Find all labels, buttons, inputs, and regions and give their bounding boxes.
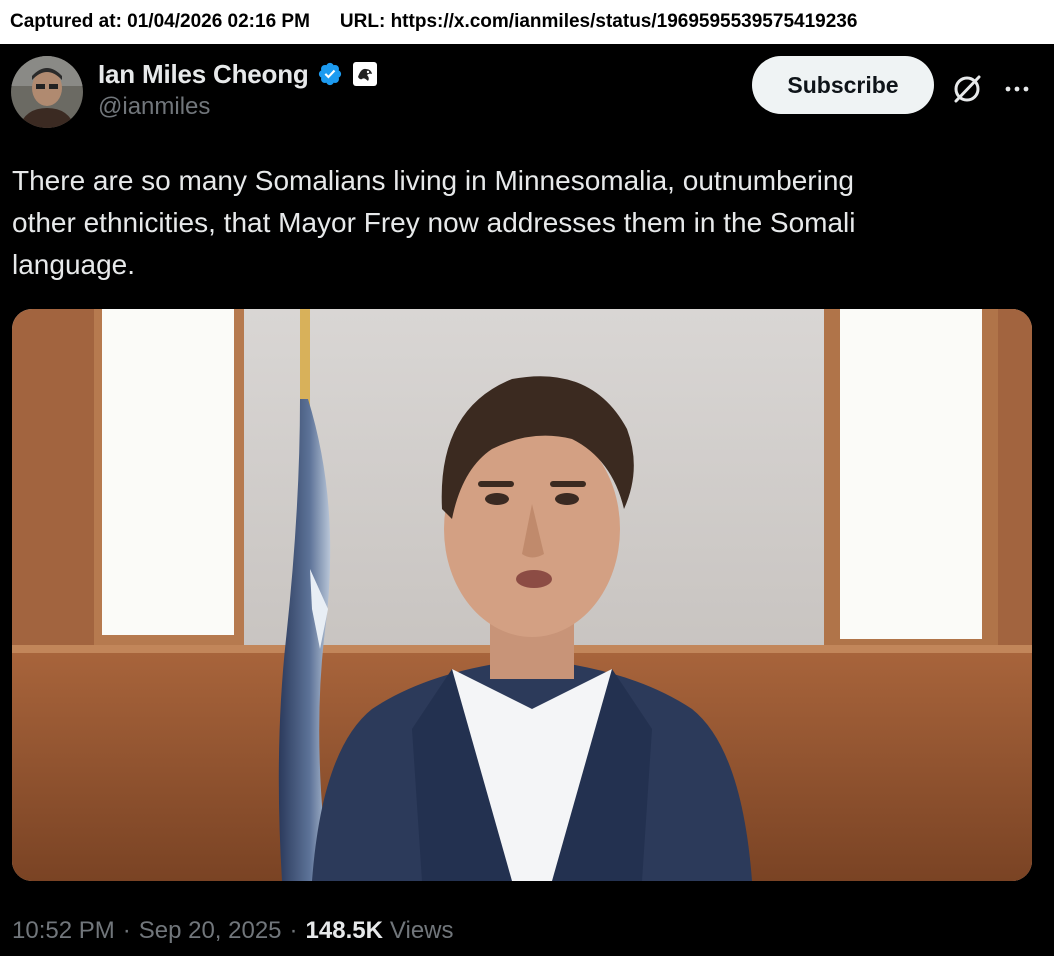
tweet-date[interactable]: Sep 20, 2025	[139, 917, 282, 945]
tweet-time[interactable]: 10:52 PM	[12, 917, 115, 945]
more-options-icon[interactable]	[1000, 72, 1034, 106]
avatar[interactable]	[11, 56, 83, 128]
author-display-name[interactable]: Ian Miles Cheong	[98, 59, 309, 90]
tweet-text-line: There are so many Somalians living in Mi…	[12, 165, 854, 196]
meta-separator: ·	[122, 917, 131, 944]
subscribe-button[interactable]: Subscribe	[752, 56, 934, 114]
author-block: Ian Miles Cheong @ianmiles	[98, 57, 377, 121]
tweet-text-line: language.	[12, 249, 136, 280]
tweet-header: Ian Miles Cheong @ianmiles Subscribe	[0, 44, 1054, 144]
tweet-meta-row: 10:52 PM · Sep 20, 2025 · 148.5K Views	[12, 912, 454, 950]
meta-separator: ·	[289, 917, 298, 944]
author-handle[interactable]: @ianmiles	[98, 93, 377, 121]
video-media[interactable]	[12, 309, 1032, 881]
name-row: Ian Miles Cheong	[98, 57, 377, 91]
captured-at-text: Captured at: 01/04/2026 02:16 PM	[10, 11, 310, 32]
views-label: Views	[389, 917, 454, 944]
verified-badge-icon[interactable]	[317, 61, 343, 87]
tweet-text-line: other ethnicities, that Mayor Frey now a…	[12, 207, 856, 238]
views-count: 148.5K	[305, 917, 383, 944]
affiliation-badge-icon[interactable]	[352, 62, 377, 86]
capture-url-text: URL: https://x.com/ianmiles/status/19695…	[339, 11, 858, 32]
grok-icon[interactable]	[950, 72, 984, 106]
capture-info-bar: Captured at: 01/04/2026 02:16 PM URL: ht…	[0, 0, 1054, 44]
tweet-text: There are so many Somalians living in Mi…	[12, 160, 1012, 286]
